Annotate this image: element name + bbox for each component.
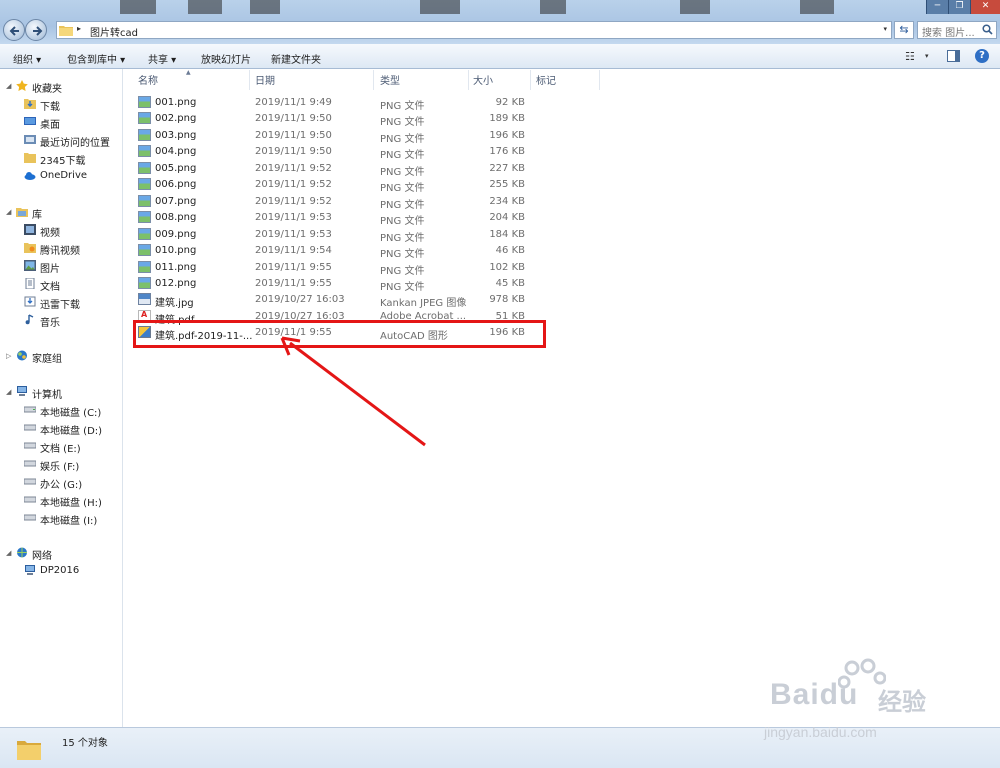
folder-icon <box>17 741 41 760</box>
item-count: 15 个对象 <box>62 738 108 749</box>
status-bar: 15 个对象 <box>0 727 1000 768</box>
annotation-arrow-icon <box>280 336 426 447</box>
